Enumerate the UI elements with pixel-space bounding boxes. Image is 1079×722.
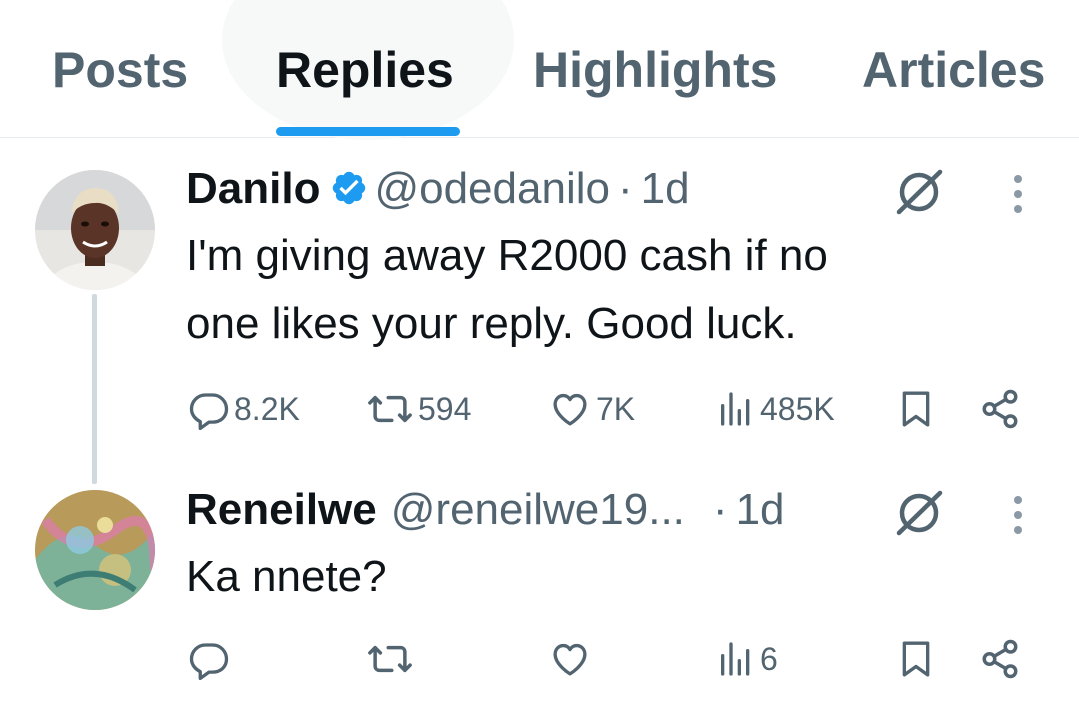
tab-posts[interactable]: Posts (52, 40, 188, 100)
tweet-header: Reneilwe @reneilwe19... · 1d (186, 484, 785, 536)
tweet-header: Danilo @odedanilo · 1d (186, 163, 690, 219)
like-icon (548, 638, 592, 680)
views-icon (716, 638, 756, 680)
tab-articles[interactable]: Articles (862, 40, 1045, 100)
repost-button[interactable]: 594 (366, 388, 471, 430)
separator-dot: · (617, 164, 633, 213)
active-tab-indicator (276, 127, 460, 136)
share-icon[interactable] (978, 388, 1022, 435)
like-count: 7K (596, 390, 636, 427)
views-button[interactable]: 485K (716, 388, 835, 430)
views-count: 6 (760, 640, 778, 677)
display-name[interactable]: Reneilwe (186, 485, 377, 534)
timestamp[interactable]: 1d (736, 485, 785, 534)
reply-count: 8.2K (234, 390, 300, 427)
views-count: 485K (760, 390, 835, 427)
reply-icon (188, 388, 230, 430)
more-icon[interactable] (1010, 173, 1026, 220)
repost-button[interactable] (366, 638, 418, 680)
tweet-text: Ka nnete? (186, 552, 387, 601)
like-button[interactable] (548, 638, 596, 680)
tab-highlights[interactable]: Highlights (533, 40, 777, 100)
verified-badge-icon (330, 167, 368, 219)
separator-dot: · (712, 485, 728, 534)
display-name[interactable]: Danilo (186, 164, 320, 213)
views-button[interactable]: 6 (716, 638, 778, 680)
more-icon[interactable] (1010, 494, 1026, 541)
repost-icon (366, 388, 414, 430)
reply-icon (188, 638, 230, 680)
like-button[interactable]: 7K (548, 388, 635, 430)
reply-button[interactable]: 8.2K (188, 388, 300, 430)
reply-button[interactable] (188, 638, 234, 680)
bookmark-icon[interactable] (896, 388, 936, 435)
user-handle[interactable]: @reneilwe19... (391, 485, 685, 534)
grok-icon[interactable] (893, 489, 945, 542)
profile-tabs: Posts Replies Highlights Articles (0, 0, 1079, 140)
avatar[interactable] (35, 170, 155, 290)
avatar[interactable] (35, 490, 155, 610)
timestamp[interactable]: 1d (641, 164, 690, 213)
user-handle[interactable]: @odedanilo (374, 164, 610, 213)
bookmark-icon[interactable] (896, 638, 936, 685)
thread-connector (92, 294, 97, 484)
grok-icon[interactable] (893, 168, 945, 221)
repost-icon (366, 638, 414, 680)
tab-replies[interactable]: Replies (276, 40, 454, 100)
views-icon (716, 388, 756, 430)
like-icon (548, 388, 592, 430)
repost-count: 594 (418, 390, 472, 427)
tweet-text: I'm giving away R2000 cash if no one lik… (186, 231, 828, 348)
share-icon[interactable] (978, 638, 1022, 685)
